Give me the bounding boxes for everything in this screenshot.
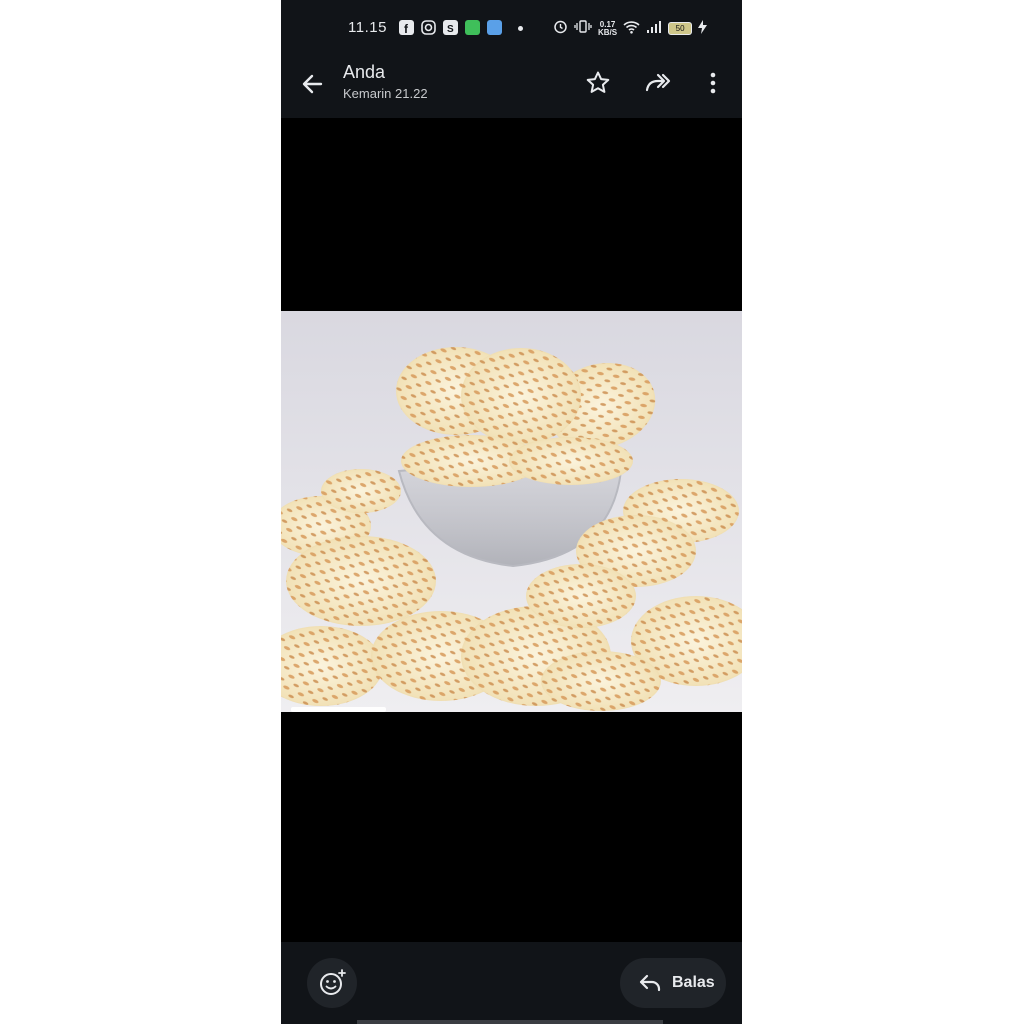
add-reaction-icon [320, 969, 346, 995]
vibrate-icon [574, 19, 592, 38]
svg-text:S: S [447, 24, 454, 35]
system-icons: 0.17 KB/S 50 [553, 19, 708, 38]
instagram-icon [421, 20, 436, 35]
alarm-icon [553, 19, 568, 38]
message-timestamp: Kemarin 21.22 [343, 86, 428, 101]
shopping-bag-icon: S [443, 20, 458, 35]
blue-app-icon [487, 20, 502, 35]
notification-icons: f S [399, 20, 502, 36]
sender-name: Anda [343, 62, 386, 82]
forward-icon[interactable] [644, 68, 674, 98]
svg-text:f: f [404, 22, 409, 35]
facebook-icon: f [399, 20, 414, 36]
back-arrow-icon[interactable] [299, 70, 327, 98]
add-reaction-button[interactable] [307, 958, 357, 1008]
network-speed: 0.17 KB/S [598, 20, 618, 37]
signal-icon [646, 20, 662, 38]
battery-indicator: 50 [668, 22, 693, 35]
charging-icon [698, 19, 708, 38]
more-vertical-icon[interactable] [698, 68, 728, 98]
more-notifications-dot [518, 26, 523, 31]
media-viewer-screen: 11.15 f S 0.17 KB/S 50 Anda Kemarin 21.2… [281, 0, 742, 1024]
status-time: 11.15 [348, 19, 387, 36]
chips-photo[interactable] [281, 311, 742, 712]
reply-button[interactable]: Balas [620, 958, 726, 1008]
star-icon[interactable] [583, 68, 613, 98]
wifi-icon [623, 20, 640, 38]
status-bar: 11.15 f S 0.17 KB/S 50 [281, 0, 742, 58]
message-header: Anda Kemarin 21.22 [281, 58, 742, 118]
reply-bar: Balas [281, 942, 742, 1024]
reply-icon [639, 974, 661, 992]
net-speed-unit: KB/S [598, 27, 618, 37]
green-app-icon [465, 20, 480, 35]
gesture-nav-bar [357, 1020, 663, 1024]
reply-label: Balas [672, 974, 715, 991]
